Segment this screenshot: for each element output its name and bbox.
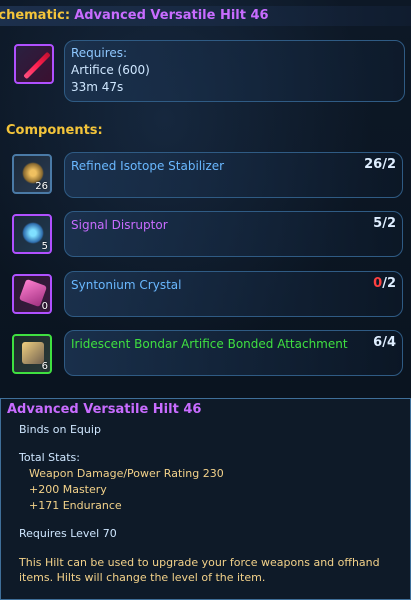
item-tooltip: Advanced Versatile Hilt 46 Binds on Equi… [0, 398, 411, 600]
component-name: Signal Disruptor [71, 218, 168, 232]
signal-disruptor-icon[interactable]: 5 [12, 214, 52, 254]
requires-level: Requires Level 70 [19, 527, 117, 540]
component-stack: 6 [41, 361, 48, 372]
binds-on-equip: Binds on Equip [19, 423, 101, 436]
tooltip-title: Advanced Versatile Hilt 46 [7, 402, 202, 417]
component-row-isotope-stabilizer[interactable]: Refined Isotope Stabilizer 26/2 [64, 152, 403, 198]
component-count: 5/2 [373, 216, 396, 231]
component-row-syntonium-crystal[interactable]: Syntonium Crystal 0/2 [64, 271, 403, 317]
isotope-stabilizer-icon[interactable]: 26 [12, 154, 52, 194]
component-count: 6/4 [373, 335, 396, 350]
schematic-label: Schematic: [0, 8, 71, 23]
schematic-header: Schematic: Advanced Versatile Hilt 46 [0, 6, 411, 26]
stat-weapon-damage: Weapon Damage/Power Rating 230 [29, 467, 224, 480]
syntonium-crystal-icon[interactable]: 0 [12, 274, 52, 314]
component-name: Refined Isotope Stabilizer [71, 159, 225, 173]
total-stats-heading: Total Stats: [19, 451, 80, 464]
component-name: Syntonium Crystal [71, 278, 182, 292]
crafting-panel: Schematic: Advanced Versatile Hilt 46 Re… [0, 0, 411, 398]
schematic-name: Advanced Versatile Hilt 46 [74, 8, 269, 23]
components-heading: Components: [6, 123, 103, 138]
bonded-attachment-icon[interactable]: 6 [12, 334, 52, 374]
component-count: 26/2 [364, 157, 396, 172]
stat-endurance: +171 Endurance [29, 499, 122, 512]
requires-heading: Requires: [71, 46, 128, 60]
component-stack: 5 [41, 241, 48, 252]
component-stack: 26 [35, 181, 48, 192]
requires-skill: Artifice (600) [71, 63, 150, 77]
component-name: Iridescent Bondar Artifice Bonded Attach… [71, 337, 348, 351]
component-stack: 0 [41, 301, 48, 312]
stat-mastery: +200 Mastery [29, 483, 107, 496]
requirements-box: Requires: Artifice (600) 33m 47s [64, 40, 405, 102]
component-count: 0/2 [373, 276, 396, 291]
component-row-bonded-attachment[interactable]: Iridescent Bondar Artifice Bonded Attach… [64, 330, 403, 376]
component-row-signal-disruptor[interactable]: Signal Disruptor 5/2 [64, 211, 403, 257]
hilt-icon[interactable] [14, 44, 54, 84]
item-description: This Hilt can be used to upgrade your fo… [19, 556, 380, 584]
craft-time: 33m 47s [71, 80, 124, 94]
